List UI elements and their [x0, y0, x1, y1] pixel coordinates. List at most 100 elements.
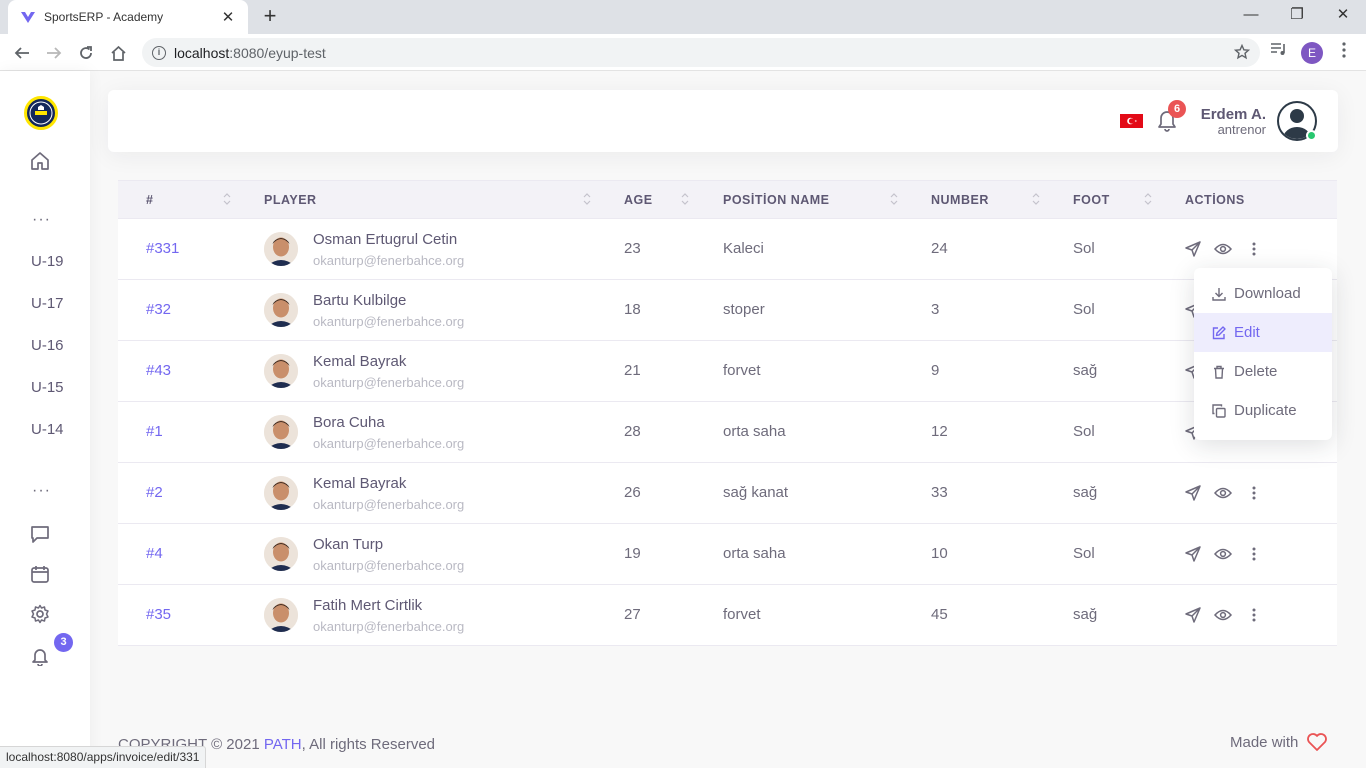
player-id-link[interactable]: #1	[146, 423, 163, 440]
player-id-link[interactable]: #4	[146, 545, 163, 562]
player-name[interactable]: Bartu Kulbilge	[313, 292, 406, 309]
player-avatar	[264, 537, 298, 571]
sort-icon[interactable]	[223, 191, 231, 207]
edit-icon	[1212, 325, 1226, 339]
new-tab-button[interactable]: +	[258, 5, 282, 29]
player-age: 26	[624, 484, 641, 501]
player-avatar	[264, 476, 298, 510]
brand-link[interactable]: PATH	[264, 736, 302, 753]
heart-icon	[1307, 733, 1328, 751]
restore-button[interactable]: ❐	[1274, 3, 1320, 27]
send-icon[interactable]	[1184, 606, 1202, 624]
player-email: okanturp@fenerbahce.org	[313, 619, 465, 634]
delete-menu-item[interactable]: Delete	[1194, 352, 1332, 391]
profile-initial: E	[1301, 42, 1323, 64]
notifications-bell-icon[interactable]	[29, 645, 51, 667]
user-name[interactable]: Erdem A.	[1201, 106, 1266, 123]
player-age: 27	[624, 606, 641, 623]
media-control-icon[interactable]	[1268, 42, 1290, 56]
back-icon[interactable]	[10, 41, 34, 65]
player-position: orta saha	[723, 423, 786, 440]
sort-icon[interactable]	[583, 191, 591, 207]
more-vertical-icon[interactable]	[1245, 545, 1263, 563]
player-id-link[interactable]: #35	[146, 606, 171, 623]
copyright-suffix: , All rights Reserved	[301, 736, 435, 753]
player-name[interactable]: Fatih Mert Cirtlik	[313, 597, 422, 614]
turkey-flag-icon[interactable]	[1120, 114, 1143, 128]
forward-icon[interactable]	[42, 41, 66, 65]
address-bar[interactable]: i localhost:8080/eyup-test	[142, 38, 1260, 67]
table-row: #1 Bora Cuha okanturp@fenerbahce.org 28 …	[118, 402, 1337, 463]
column-header-number[interactable]: NUMBER	[931, 193, 989, 207]
row-actions-dropdown: Download Edit Delete Duplicate	[1194, 268, 1332, 440]
column-header-foot[interactable]: FOOT	[1073, 193, 1110, 207]
view-eye-icon[interactable]	[1214, 545, 1232, 563]
bookmark-star-icon[interactable]	[1233, 43, 1251, 65]
player-name[interactable]: Okan Turp	[313, 536, 383, 553]
browser-menu-icon[interactable]	[1336, 42, 1352, 58]
home-icon[interactable]	[106, 41, 130, 65]
club-logo[interactable]	[24, 96, 58, 130]
reload-icon[interactable]	[74, 41, 98, 65]
notification-count-badge: 3	[54, 633, 73, 652]
sort-icon[interactable]	[681, 191, 689, 207]
player-name[interactable]: Bora Cuha	[313, 414, 385, 431]
column-header-age[interactable]: AGE	[624, 193, 653, 207]
player-id-link[interactable]: #32	[146, 301, 171, 318]
player-position: forvet	[723, 362, 761, 379]
send-icon[interactable]	[1184, 484, 1202, 502]
sidebar-item-u14[interactable]: U-14	[31, 421, 64, 438]
window-close-button[interactable]: ✕	[1320, 3, 1366, 27]
minimize-button[interactable]: —	[1228, 3, 1274, 27]
settings-gear-icon[interactable]	[29, 603, 51, 625]
duplicate-menu-item[interactable]: Duplicate	[1194, 391, 1332, 430]
sidebar-item-u17[interactable]: U-17	[31, 295, 64, 312]
more-vertical-icon[interactable]	[1245, 484, 1263, 502]
sidebar-item-u15[interactable]: U-15	[31, 379, 64, 396]
browser-tab[interactable]: SportsERP - Academy ✕	[8, 0, 248, 34]
column-header-position[interactable]: POSİTİON NAME	[723, 193, 830, 207]
tab-close-icon[interactable]: ✕	[220, 8, 236, 26]
column-header-player[interactable]: PLAYER	[264, 193, 317, 207]
table-row: #43 Kemal Bayrak okanturp@fenerbahce.org…	[118, 341, 1337, 402]
view-eye-icon[interactable]	[1214, 606, 1232, 624]
column-header-id[interactable]: #	[146, 193, 153, 207]
player-id-link[interactable]: #331	[146, 240, 179, 257]
player-name[interactable]: Kemal Bayrak	[313, 475, 406, 492]
player-id-link[interactable]: #2	[146, 484, 163, 501]
profile-avatar[interactable]: E	[1301, 42, 1323, 64]
more-vertical-icon[interactable]	[1245, 240, 1263, 258]
sort-icon[interactable]	[1144, 191, 1152, 207]
player-name[interactable]: Kemal Bayrak	[313, 353, 406, 370]
player-avatar	[264, 598, 298, 632]
players-table: # PLAYER AGE POSİTİON NAME NUMBER FOOT A…	[118, 180, 1337, 646]
player-position: forvet	[723, 606, 761, 623]
table-row: #35 Fatih Mert Cirtlik okanturp@fenerbah…	[118, 585, 1337, 646]
section-divider-dots: ···	[32, 482, 51, 499]
player-foot: sağ	[1073, 362, 1098, 379]
sort-icon[interactable]	[1032, 191, 1040, 207]
send-icon[interactable]	[1184, 545, 1202, 563]
home-nav-icon[interactable]	[29, 150, 51, 172]
view-eye-icon[interactable]	[1214, 240, 1232, 258]
player-number: 33	[931, 484, 948, 501]
sort-icon[interactable]	[890, 191, 898, 207]
edit-menu-item[interactable]: Edit	[1194, 313, 1332, 352]
download-menu-item[interactable]: Download	[1194, 274, 1332, 313]
table-header: # PLAYER AGE POSİTİON NAME NUMBER FOOT A…	[118, 180, 1337, 219]
more-vertical-icon[interactable]	[1245, 606, 1263, 624]
player-name[interactable]: Osman Ertugrul Cetin	[313, 231, 457, 248]
sidebar-item-u16[interactable]: U-16	[31, 337, 64, 354]
view-eye-icon[interactable]	[1214, 484, 1232, 502]
url-host: localhost	[174, 44, 230, 61]
user-role: antrenor	[1217, 122, 1266, 137]
sidebar-item-u19[interactable]: U-19	[31, 253, 64, 270]
player-foot: Sol	[1073, 240, 1095, 257]
calendar-icon[interactable]	[29, 563, 51, 585]
send-icon[interactable]	[1184, 240, 1202, 258]
site-info-icon[interactable]: i	[152, 45, 166, 60]
chat-icon[interactable]	[29, 523, 51, 545]
edit-label: Edit	[1234, 324, 1260, 341]
app-favicon-icon	[20, 10, 36, 24]
player-id-link[interactable]: #43	[146, 362, 171, 379]
